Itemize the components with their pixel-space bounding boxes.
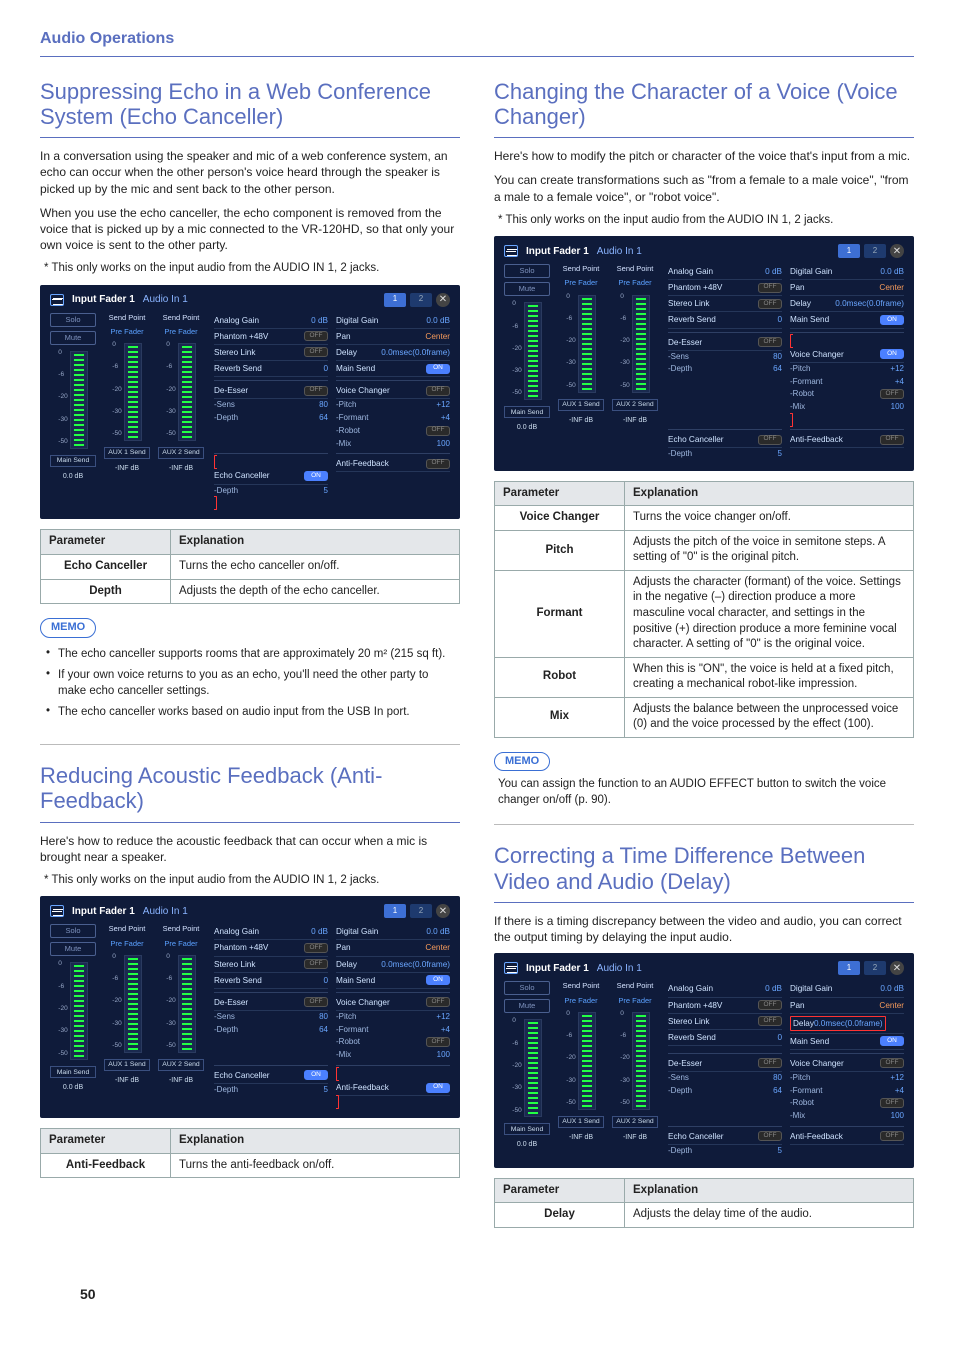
screenshot-voice: Input Fader 1 Audio In 1 1 2 ✕ SoloMute … [494, 236, 914, 471]
th-explanation: Explanation [625, 481, 914, 506]
sliders-icon [504, 962, 518, 974]
voice-para-1: Here's how to modify the pitch or charac… [494, 148, 914, 164]
cell-param: Pitch [495, 530, 625, 570]
cell-explain: Adjusts the delay time of the audio. [625, 1203, 914, 1228]
cell-param: Depth [41, 579, 171, 604]
sliders-icon [504, 245, 518, 257]
section-title-echo: Suppressing Echo in a Web Conference Sys… [40, 79, 460, 139]
th-parameter: Parameter [495, 481, 625, 506]
memo-item: The echo canceller works based on audio … [44, 702, 456, 724]
echo-param-table: ParameterExplanation Echo CancellerTurns… [40, 529, 460, 604]
cell-explain: Adjusts the pitch of the voice in semito… [625, 530, 914, 570]
cell-param: Echo Canceller [41, 554, 171, 579]
close-icon: ✕ [890, 961, 904, 975]
voice-memo-block: MEMO You can assign the function to an A… [494, 746, 914, 826]
section-title-anti: Reducing Acoustic Feedback (Anti-Feedbac… [40, 763, 460, 823]
memo-badge: MEMO [40, 618, 96, 638]
voice-param-table: ParameterExplanation Voice ChangerTurns … [494, 481, 914, 738]
th-explanation: Explanation [171, 1129, 460, 1154]
th-parameter: Parameter [495, 1178, 625, 1203]
th-explanation: Explanation [625, 1178, 914, 1203]
sliders-icon [50, 905, 64, 917]
cell-explain: Adjusts the depth of the echo canceller. [171, 579, 460, 604]
voice-para-2: You can create transformations such as "… [494, 172, 914, 204]
echo-memo-block: MEMO The echo canceller supports rooms t… [40, 612, 460, 745]
cell-explain: When this is "ON", the voice is held at … [625, 657, 914, 697]
cell-explain: Adjusts the balance between the unproces… [625, 697, 914, 737]
cell-param: Anti-Feedback [41, 1153, 171, 1178]
anti-param-table: ParameterExplanation Anti-FeedbackTurns … [40, 1128, 460, 1178]
screenshot-anti: Input Fader 1 Audio In 1 1 2 ✕ SoloMute … [40, 896, 460, 1118]
sliders-icon [50, 294, 64, 306]
memo-item: The echo canceller supports rooms that a… [44, 644, 456, 666]
close-icon: ✕ [436, 904, 450, 918]
cell-param: Voice Changer [495, 506, 625, 531]
delay-para-1: If there is a timing discrepancy between… [494, 913, 914, 945]
cell-explain: Turns the voice changer on/off. [625, 506, 914, 531]
delay-param-table: ParameterExplanation DelayAdjusts the de… [494, 1178, 914, 1228]
th-explanation: Explanation [171, 530, 460, 555]
cell-explain: Adjusts the character (formant) of the v… [625, 570, 914, 657]
cell-param: Robot [495, 657, 625, 697]
page-header: Audio Operations [40, 28, 914, 57]
anti-para-1: Here's how to reduce the acoustic feedba… [40, 833, 460, 865]
close-icon: ✕ [890, 244, 904, 258]
section-title-voice: Changing the Character of a Voice (Voice… [494, 79, 914, 139]
memo-item: If your own voice returns to you as an e… [44, 665, 456, 702]
memo-badge: MEMO [494, 752, 550, 772]
th-parameter: Parameter [41, 1129, 171, 1154]
cell-explain: Turns the echo canceller on/off. [171, 554, 460, 579]
screenshot-echo: Input Fader 1 Audio In 1 1 2 ✕ SoloMute … [40, 285, 460, 520]
section-title-delay: Correcting a Time Difference Between Vid… [494, 843, 914, 903]
th-parameter: Parameter [41, 530, 171, 555]
screenshot-delay: Input Fader 1 Audio In 1 1 2 ✕ SoloMute … [494, 953, 914, 1167]
close-icon: ✕ [436, 293, 450, 307]
cell-param: Delay [495, 1203, 625, 1228]
anti-note: * This only works on the input audio fro… [44, 873, 460, 889]
echo-memo-list: The echo canceller supports rooms that a… [40, 644, 460, 730]
page-number: 50 [80, 1285, 96, 1304]
echo-para-1: In a conversation using the speaker and … [40, 148, 460, 197]
cell-param: Mix [495, 697, 625, 737]
voice-note: * This only works on the input audio fro… [498, 213, 914, 229]
voice-memo-text: You can assign the function to an AUDIO … [494, 777, 914, 816]
cell-param: Formant [495, 570, 625, 657]
echo-para-2: When you use the echo canceller, the ech… [40, 205, 460, 254]
cell-explain: Turns the anti-feedback on/off. [171, 1153, 460, 1178]
echo-note: * This only works on the input audio fro… [44, 261, 460, 277]
